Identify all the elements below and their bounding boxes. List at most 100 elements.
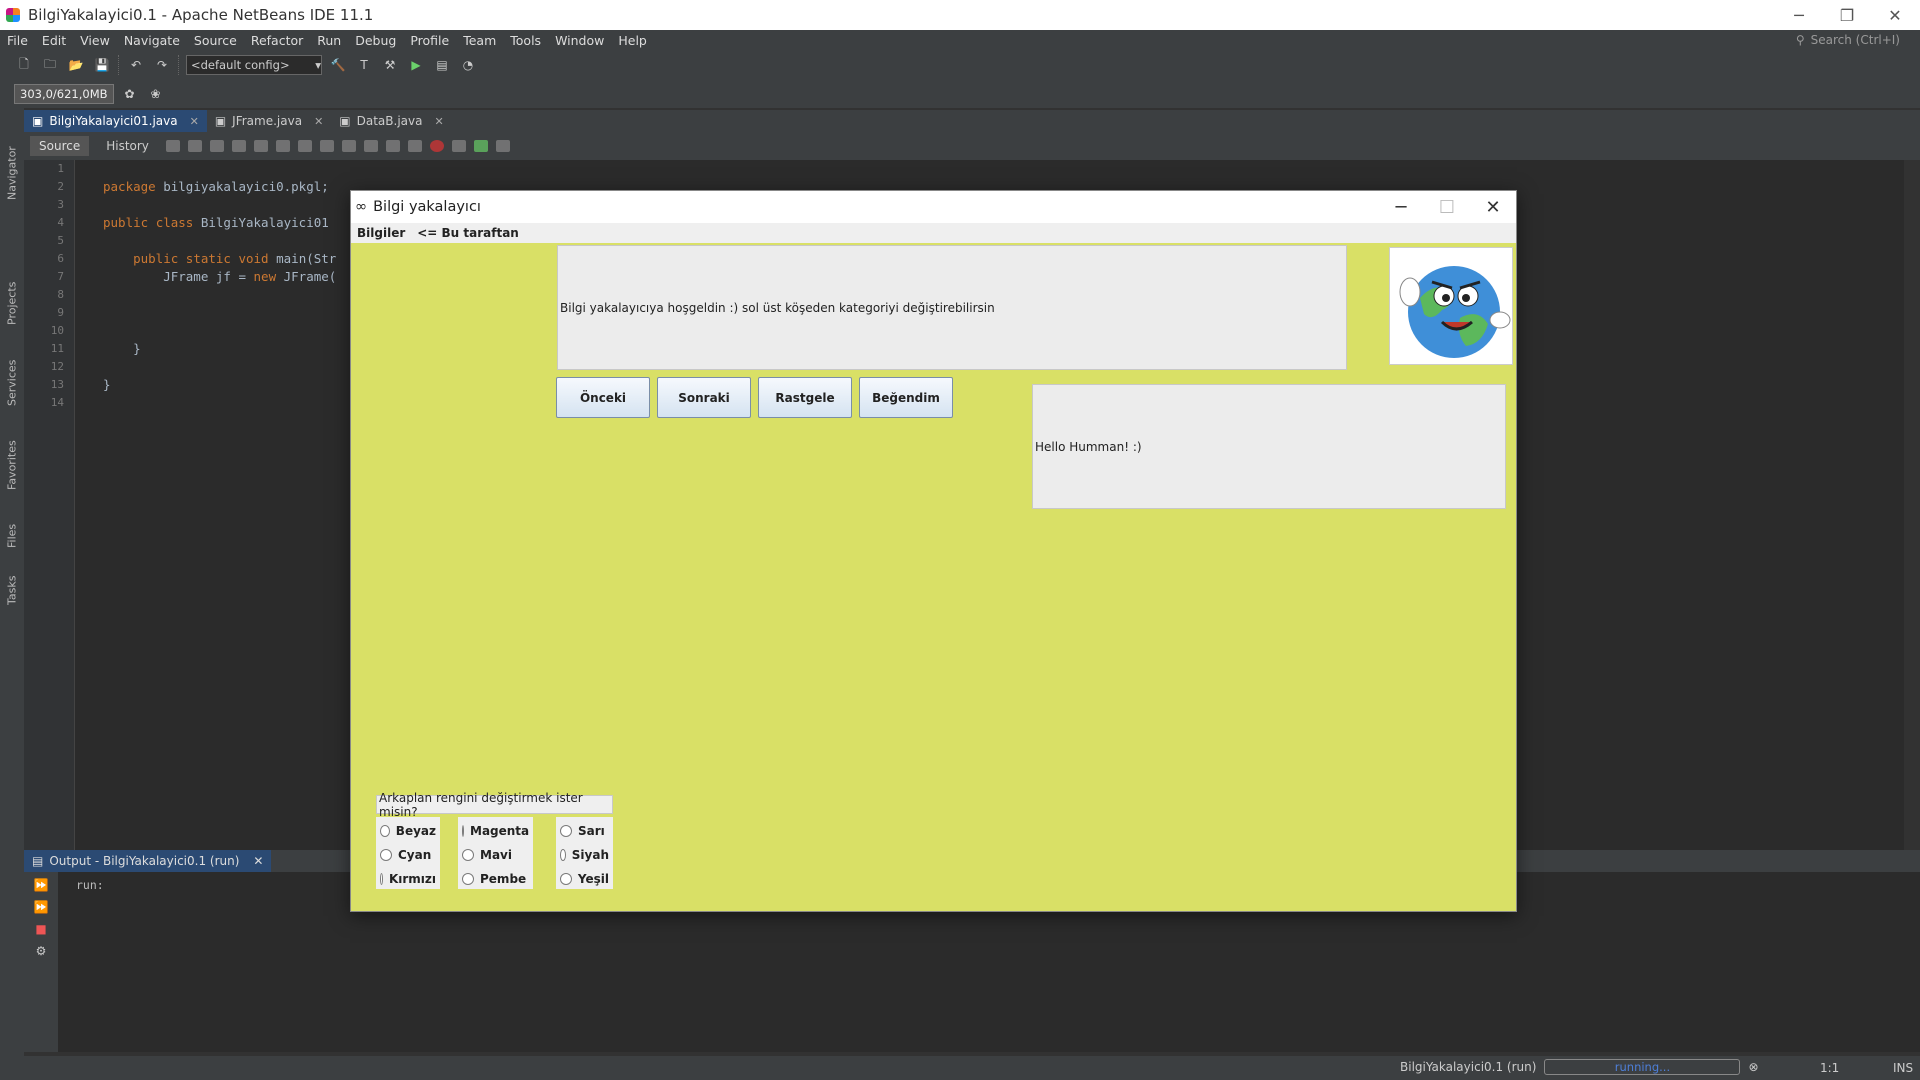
tab-bilgiyakalayici01[interactable]: ▣ BilgiYakalayici01.java ✕	[24, 110, 207, 132]
radio-siyah[interactable]: Siyah	[560, 843, 609, 867]
new-file-icon[interactable]: 🗋	[14, 56, 34, 74]
radio-cyan[interactable]: Cyan	[380, 843, 436, 867]
redo-icon[interactable]: ↷	[152, 56, 172, 74]
close-tab-icon[interactable]: ✕	[314, 115, 323, 128]
radio-button[interactable]	[380, 825, 390, 837]
previous-bookmark-icon[interactable]	[319, 140, 334, 152]
menu-help[interactable]: Help	[611, 33, 654, 48]
menu-refactor[interactable]: Refactor	[244, 33, 310, 48]
menu-view[interactable]: View	[73, 33, 117, 48]
side-tab-services[interactable]: Services	[0, 348, 24, 418]
menu-tools[interactable]: Tools	[503, 33, 548, 48]
tab-datab[interactable]: ▣ DataB.java ✕	[331, 110, 451, 132]
radio-pembe[interactable]: Pembe	[462, 867, 529, 891]
undo-icon[interactable]: ↶	[126, 56, 146, 74]
radio-button[interactable]	[560, 873, 572, 885]
radio-button[interactable]	[462, 873, 474, 885]
menu-window[interactable]: Window	[548, 33, 611, 48]
config-value: <default config>	[191, 58, 290, 72]
shift-right-icon[interactable]	[407, 140, 422, 152]
output-tab[interactable]: ▤ Output - BilgiYakalayici0.1 (run) ✕	[24, 850, 272, 872]
menu-bilgiler[interactable]: Bilgiler	[351, 226, 411, 240]
gc-icon[interactable]: ✿	[120, 85, 140, 103]
shift-left-icon[interactable]	[385, 140, 400, 152]
previous-button[interactable]: Önceki	[556, 377, 650, 418]
clean-icon[interactable]: ⚒	[380, 56, 400, 74]
source-tab-button[interactable]: Source	[30, 136, 90, 156]
start-macro-icon[interactable]	[429, 140, 444, 152]
back-icon[interactable]	[187, 140, 202, 152]
close-icon[interactable]: ✕	[1872, 0, 1918, 30]
find-icon[interactable]	[231, 140, 246, 152]
radio-mavi[interactable]: Mavi	[462, 843, 529, 867]
find-previous-icon[interactable]	[253, 140, 268, 152]
search-box[interactable]: ⚲ Search (Ctrl+I)	[1796, 30, 1900, 50]
radio-button[interactable]	[380, 849, 392, 861]
config-dropdown[interactable]: <default config> ▾	[186, 55, 322, 75]
radio-kirmizi[interactable]: Kırmızı	[380, 867, 436, 891]
radio-magenta[interactable]: Magenta	[462, 819, 529, 843]
menu-run[interactable]: Run	[310, 33, 348, 48]
side-tab-projects[interactable]: Projects	[0, 268, 24, 338]
hello-text-area[interactable]: Hello Humman! :)	[1032, 384, 1506, 509]
restore-icon[interactable]: ❐	[1824, 0, 1870, 30]
tab-jframe[interactable]: ▣ JFrame.java ✕	[207, 110, 331, 132]
open-project-icon[interactable]: 📂	[66, 56, 86, 74]
toggle-bookmark-icon[interactable]	[363, 140, 378, 152]
close-tab-icon[interactable]: ✕	[253, 854, 263, 868]
radio-button[interactable]	[462, 825, 464, 837]
menu-source[interactable]: Source	[187, 33, 244, 48]
radio-button[interactable]	[560, 825, 572, 837]
memory-indicator[interactable]: 303,0/621,0MB	[14, 84, 114, 104]
cancel-process-icon[interactable]: ⊗	[1748, 1060, 1758, 1074]
side-tab-tasks[interactable]: Tasks	[0, 568, 24, 613]
history-tab-button[interactable]: History	[97, 136, 158, 156]
run-icon[interactable]: ▶	[406, 56, 426, 74]
new-project-icon[interactable]: 🗀	[40, 56, 60, 74]
build-icon[interactable]: 🔨	[328, 56, 348, 74]
menu-debug[interactable]: Debug	[348, 33, 403, 48]
debug-icon[interactable]: ▤	[432, 56, 452, 74]
menu-edit[interactable]: Edit	[35, 33, 73, 48]
clean-build-icon[interactable]: T	[354, 56, 374, 74]
radio-beyaz[interactable]: Beyaz	[380, 819, 436, 843]
forward-icon[interactable]	[209, 140, 224, 152]
minimize-icon[interactable]: ─	[1776, 0, 1822, 30]
info-text-area[interactable]: Bilgi yakalayıcıya hoşgeldin :) sol üst …	[557, 245, 1347, 370]
radio-button[interactable]	[462, 849, 474, 861]
save-all-icon[interactable]: 💾	[92, 56, 112, 74]
profile-icon[interactable]: ◔	[458, 56, 478, 74]
radio-yesil[interactable]: Yeşil	[560, 867, 609, 891]
like-button[interactable]: Beğendim	[859, 377, 953, 418]
radio-button[interactable]	[560, 849, 566, 861]
side-tab-files[interactable]: Files	[0, 513, 24, 558]
random-button[interactable]: Rastgele	[758, 377, 852, 418]
close-tab-icon[interactable]: ✕	[434, 115, 443, 128]
menu-navigate[interactable]: Navigate	[117, 33, 187, 48]
close-icon[interactable]: ✕	[1470, 191, 1516, 223]
close-tab-icon[interactable]: ✕	[190, 115, 199, 128]
profile-ide-icon[interactable]: ❀	[146, 85, 166, 103]
radio-group-2: Magenta Mavi Pembe	[458, 817, 533, 889]
stop-icon[interactable]: ■	[31, 920, 51, 938]
side-tab-navigator[interactable]: Navigator	[0, 138, 24, 208]
settings-icon[interactable]: ⚙	[31, 942, 51, 960]
menu-file[interactable]: File	[0, 33, 35, 48]
stop-macro-icon[interactable]	[451, 140, 466, 152]
menu-team[interactable]: Team	[456, 33, 503, 48]
toggle-highlight-icon[interactable]	[297, 140, 312, 152]
menu-profile[interactable]: Profile	[403, 33, 456, 48]
next-button[interactable]: Sonraki	[657, 377, 751, 418]
rerun-with-options-icon[interactable]: ⏩	[31, 898, 51, 916]
comment-icon[interactable]	[473, 140, 488, 152]
radio-button[interactable]	[380, 873, 383, 885]
next-bookmark-icon[interactable]	[341, 140, 356, 152]
find-next-icon[interactable]	[275, 140, 290, 152]
side-tab-favorites[interactable]: Favorites	[0, 428, 24, 503]
uncomment-icon[interactable]	[495, 140, 510, 152]
rerun-icon[interactable]: ⏩	[31, 876, 51, 894]
radio-sari[interactable]: Sarı	[560, 819, 609, 843]
last-edit-icon[interactable]	[165, 140, 180, 152]
maximize-icon[interactable]: ☐	[1424, 191, 1470, 223]
minimize-icon[interactable]: ─	[1378, 191, 1424, 223]
